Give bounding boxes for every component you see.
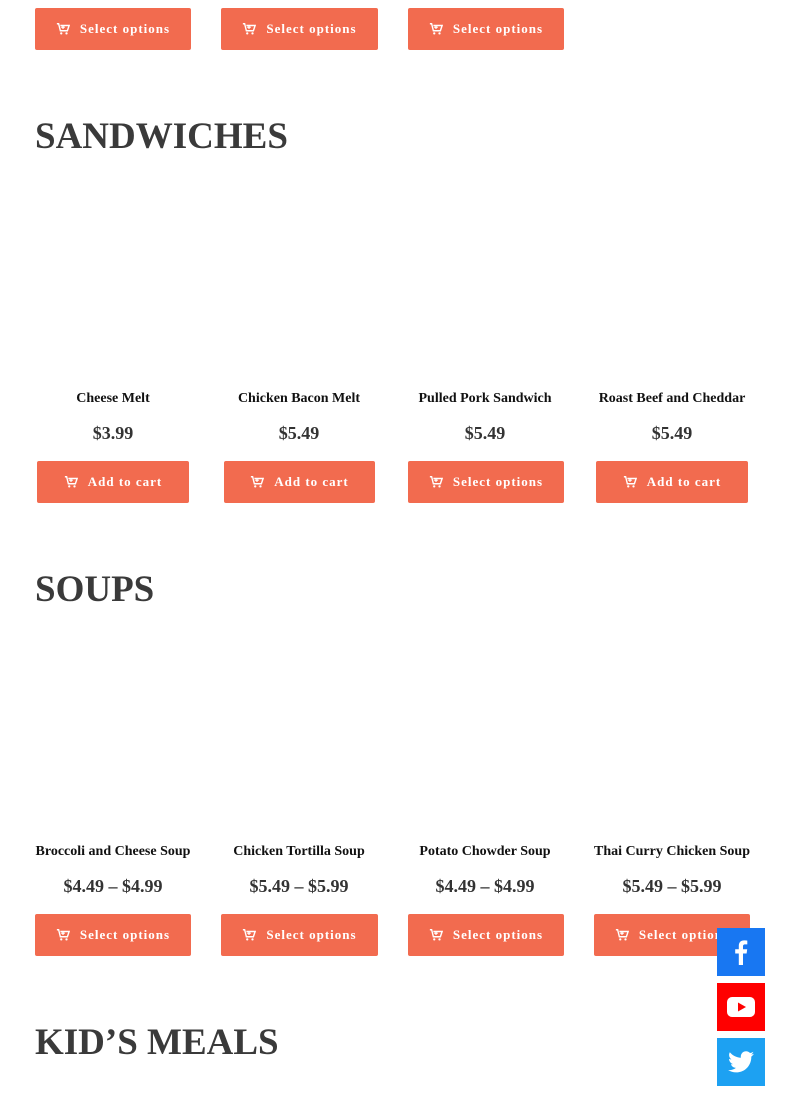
youtube-link[interactable] <box>717 983 765 1031</box>
select-options-button[interactable]: Select options <box>408 914 564 956</box>
select-options-button[interactable]: Select options <box>35 914 191 956</box>
cart-icon <box>56 22 70 36</box>
button-label: Add to cart <box>87 474 163 489</box>
button-label: Select options <box>452 474 544 489</box>
add-to-cart-button[interactable]: Add to cart <box>596 461 748 503</box>
sandwiches-heading: SANDWICHES <box>35 116 288 157</box>
product-name[interactable]: Thai Curry Chicken Soup <box>582 844 762 860</box>
product-price: $5.49 <box>278 423 320 443</box>
facebook-icon <box>729 939 753 965</box>
button-label: Select options <box>638 927 730 942</box>
cart-icon <box>623 475 637 489</box>
cart-icon <box>242 22 257 36</box>
button-label: Add to cart <box>646 474 722 489</box>
button-label: Select options <box>266 21 357 36</box>
product-name[interactable]: Broccoli and Cheese Soup <box>23 844 203 860</box>
soups-heading: SOUPS <box>35 569 155 610</box>
cart-icon <box>429 928 443 942</box>
select-options-button[interactable]: Select options <box>408 461 564 503</box>
add-to-cart-button[interactable]: Add to cart <box>37 461 189 503</box>
button-label: Select options <box>79 927 171 942</box>
product-price: $5.49 <box>464 423 506 443</box>
product-name[interactable]: Cheese Melt <box>23 391 203 407</box>
select-options-button[interactable]: Select options <box>408 8 564 50</box>
select-options-button[interactable]: Select options <box>35 8 191 50</box>
button-label: Select options <box>79 21 171 36</box>
cart-icon <box>429 22 443 36</box>
product-name[interactable]: Pulled Pork Sandwich <box>395 391 575 407</box>
cart-icon <box>250 475 265 489</box>
product-name[interactable]: Potato Chowder Soup <box>395 844 575 860</box>
button-label: Select options <box>266 927 357 942</box>
twitter-icon <box>728 1051 754 1073</box>
product-price: $5.49 – $5.99 <box>622 876 722 896</box>
facebook-link[interactable] <box>717 928 765 976</box>
product-price: $3.99 <box>92 423 134 443</box>
product-price: $5.49 – $5.99 <box>249 876 349 896</box>
cart-icon <box>429 475 443 489</box>
product-name[interactable]: Chicken Tortilla Soup <box>209 844 389 860</box>
product-price: $5.49 <box>651 423 693 443</box>
cart-icon <box>56 928 70 942</box>
product-price: $4.49 – $4.99 <box>63 876 163 896</box>
youtube-icon <box>727 997 755 1017</box>
add-to-cart-button[interactable]: Add to cart <box>224 461 375 503</box>
cart-icon <box>615 928 629 942</box>
product-price: $4.49 – $4.99 <box>435 876 535 896</box>
cart-icon <box>64 475 78 489</box>
twitter-link[interactable] <box>717 1038 765 1086</box>
select-options-button[interactable]: Select options <box>221 8 378 50</box>
button-label: Select options <box>452 927 544 942</box>
button-label: Add to cart <box>274 474 349 489</box>
product-name[interactable]: Chicken Bacon Melt <box>209 391 389 407</box>
cart-icon <box>242 928 257 942</box>
kids-meals-heading: KID’S MEALS <box>35 1022 279 1063</box>
select-options-button[interactable]: Select options <box>221 914 378 956</box>
button-label: Select options <box>452 21 544 36</box>
product-name[interactable]: Roast Beef and Cheddar <box>582 391 762 407</box>
